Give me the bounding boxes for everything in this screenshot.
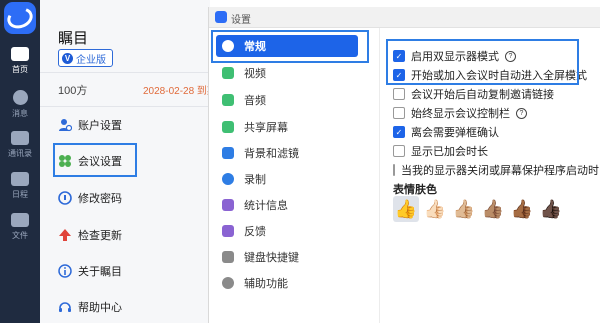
stats-icon (222, 199, 234, 211)
feedback-icon (222, 225, 234, 237)
share-screen-icon (222, 121, 234, 133)
thumbs-up-icon[interactable]: 👍🏼 (451, 196, 477, 222)
folder-icon (11, 213, 29, 227)
thumbs-up-icon[interactable]: 👍 (393, 196, 419, 222)
settings-nav-video[interactable]: 视频 (216, 62, 358, 84)
help-icon[interactable]: ? (516, 107, 527, 119)
options-highlight (386, 39, 579, 85)
checkbox-unchecked[interactable] (393, 107, 405, 119)
calendar-icon (11, 172, 29, 186)
divider (40, 72, 210, 73)
checkbox-unchecked[interactable] (393, 145, 405, 157)
app-logo (4, 2, 36, 34)
rail-item-files[interactable]: 文件 (0, 213, 40, 241)
rail-item-messages[interactable]: 消息 (0, 90, 40, 119)
keyboard-icon (222, 251, 234, 263)
settings-nav-feedback[interactable]: 反馈 (216, 220, 358, 242)
skin-tone-picker: 👍 👍🏻 👍🏼 👍🏽 👍🏾 👍🏿 (393, 196, 564, 222)
contacts-icon (11, 131, 29, 145)
settings-nav-audio[interactable]: 音频 (216, 89, 358, 111)
thumbs-up-icon[interactable]: 👍🏾 (509, 196, 535, 222)
info-icon (58, 264, 72, 278)
settings-nav-recording[interactable]: 录制 (216, 168, 358, 190)
headset-icon (58, 300, 72, 314)
menu-about[interactable]: 关于瞩目 (58, 263, 122, 279)
edition-badge: V 企业版 (58, 49, 113, 67)
settings-nav-background[interactable]: 背景和滤镜 (216, 142, 358, 164)
settings-nav-share-screen[interactable]: 共享屏幕 (216, 116, 358, 138)
accessibility-icon (222, 277, 234, 289)
checkbox-unchecked[interactable] (393, 88, 405, 100)
option-show-duration[interactable]: 显示已加会时长 (393, 143, 488, 159)
checkbox-unchecked[interactable] (393, 164, 395, 176)
quota-text: 100方 (58, 85, 88, 97)
home-icon (11, 47, 29, 61)
option-copy-invite[interactable]: 会议开始后自动复制邀请链接 (393, 86, 554, 102)
meeting-settings-highlight (53, 143, 137, 177)
menu-help-center[interactable]: 帮助中心 (58, 299, 122, 315)
settings-nav-shortcuts[interactable]: 键盘快捷键 (216, 246, 358, 268)
option-leave-confirm[interactable]: ✓ 离会需要弹框确认 (393, 124, 499, 140)
record-icon (222, 173, 234, 185)
menu-account-settings[interactable]: 账户设置 (58, 117, 122, 133)
account-name: 瞩目 (58, 30, 89, 47)
divider (40, 106, 210, 107)
user-gear-icon (58, 118, 72, 132)
app-rail: 首页 消息 通讯录 日程 文件 (0, 0, 40, 323)
settings-nav-accessibility[interactable]: 辅助功能 (216, 272, 358, 294)
upload-arrow-icon (58, 228, 72, 242)
rail-item-contacts[interactable]: 通讯录 (0, 131, 40, 159)
settings-nav-statistics[interactable]: 统计信息 (216, 194, 358, 216)
option-show-controls[interactable]: 始终显示会议控制栏 ? (393, 105, 527, 121)
chat-icon (12, 90, 28, 105)
rail-item-home[interactable]: 首页 (0, 47, 40, 75)
option-stop-share[interactable]: 当我的显示器关闭或屏幕保护程序启动时，停止共 (393, 162, 600, 178)
edition-icon: V (62, 52, 73, 64)
settings-title: 设置 (231, 15, 251, 26)
emoji-skin-heading: 表情肤色 (393, 184, 437, 196)
rail-item-schedule[interactable]: 日程 (0, 172, 40, 200)
background-icon (222, 147, 234, 159)
thumbs-up-icon[interactable]: 👍🏿 (538, 196, 564, 222)
expiry-date: 2028-02-28 到期 (143, 86, 217, 97)
checkbox-checked[interactable]: ✓ (393, 126, 405, 138)
menu-check-update[interactable]: 检查更新 (58, 227, 122, 243)
key-icon (58, 191, 72, 205)
general-highlight (211, 30, 369, 63)
menu-change-password[interactable]: 修改密码 (58, 190, 122, 206)
app-small-icon (215, 11, 227, 23)
thumbs-up-icon[interactable]: 👍🏻 (422, 196, 448, 222)
video-icon (222, 67, 234, 79)
thumbs-up-icon[interactable]: 👍🏽 (480, 196, 506, 222)
settings-titlebar: 设置 (209, 7, 600, 28)
headphones-icon (222, 94, 234, 106)
